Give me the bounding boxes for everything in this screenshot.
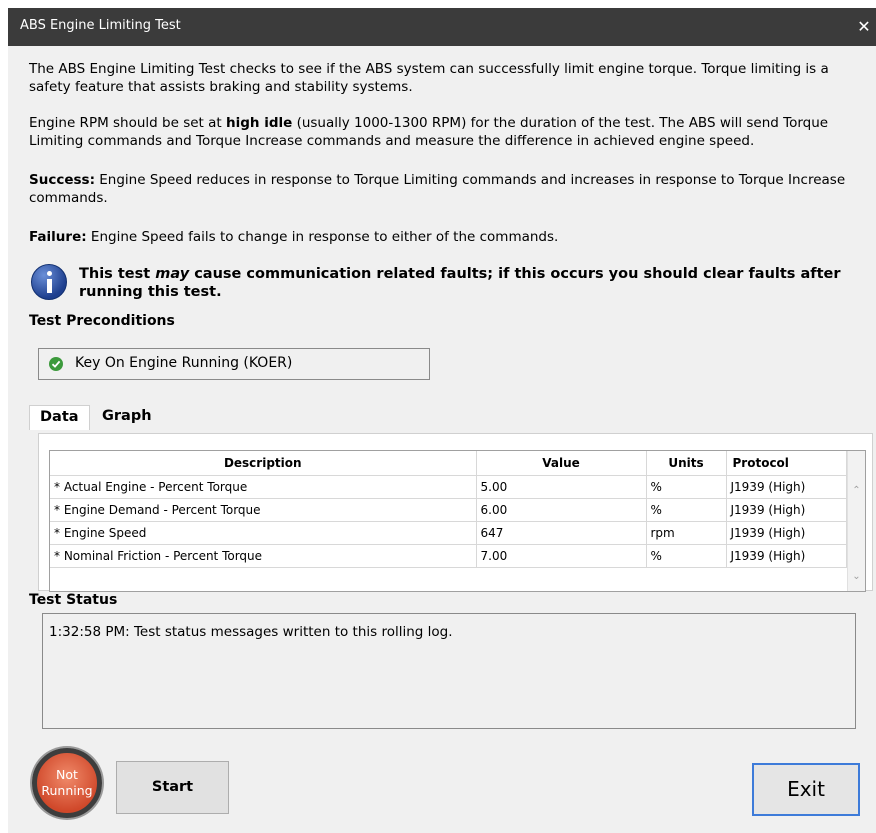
exit-button[interactable]: Exit (752, 763, 860, 816)
failure-text: Engine Speed fails to change in response… (86, 229, 559, 245)
tab-data[interactable]: Data (29, 405, 90, 430)
success-paragraph: Success: Engine Speed reduces in respons… (29, 171, 859, 207)
scroll-up-icon[interactable]: ⌃ (851, 485, 862, 496)
cell-value: 7.00 (476, 544, 647, 568)
cell-description: * Actual Engine - Percent Torque (50, 475, 477, 499)
cell-description: * Engine Demand - Percent Torque (50, 498, 477, 522)
test-dialog: ABS Engine Limiting Test ✕ The ABS Engin… (8, 8, 876, 833)
column-header-protocol[interactable]: Protocol (726, 451, 847, 476)
scroll-down-icon[interactable]: ⌄ (851, 571, 862, 582)
check-icon (49, 357, 63, 371)
success-label: Success: (29, 172, 95, 188)
table-row[interactable]: * Actual Engine - Percent Torque 5.00 % … (50, 475, 847, 499)
table-header-row: Description Value Units Protocol (50, 451, 847, 476)
rpm-text-bold: high idle (225, 115, 293, 131)
cell-description: * Nominal Friction - Percent Torque (50, 544, 477, 568)
precondition-item: Key On Engine Running (KOER) (38, 348, 430, 380)
table-row[interactable]: * Engine Demand - Percent Torque 6.00 % … (50, 498, 847, 522)
rpm-paragraph: Engine RPM should be set at high idle (u… (29, 114, 859, 150)
data-table: Description Value Units Protocol * Actua… (50, 451, 847, 568)
data-grid: Description Value Units Protocol * Actua… (49, 450, 866, 592)
cell-value: 5.00 (476, 475, 647, 499)
cell-value: 647 (476, 521, 647, 545)
table-row[interactable]: * Engine Speed 647 rpm J1939 (High) (50, 521, 847, 545)
preconditions-heading: Test Preconditions (29, 313, 175, 329)
close-icon[interactable]: ✕ (852, 8, 876, 46)
title-bar: ABS Engine Limiting Test ✕ (8, 8, 876, 46)
info-text-emph: may (155, 266, 190, 282)
start-button[interactable]: Start (116, 761, 229, 814)
column-header-value[interactable]: Value (476, 451, 647, 476)
test-status-heading: Test Status (29, 592, 118, 608)
precondition-label: Key On Engine Running (KOER) (75, 355, 293, 371)
data-tab-panel: Description Value Units Protocol * Actua… (38, 433, 873, 592)
info-icon (31, 264, 67, 300)
cell-protocol: J1939 (High) (726, 475, 847, 499)
info-text-post: cause communication related faults; if t… (79, 266, 841, 300)
cell-protocol: J1939 (High) (726, 544, 847, 568)
cell-units: % (646, 544, 727, 568)
table-row[interactable]: * Nominal Friction - Percent Torque 7.00… (50, 544, 847, 568)
column-header-units[interactable]: Units (646, 451, 727, 476)
cell-protocol: J1939 (High) (726, 521, 847, 545)
failure-label: Failure: (29, 229, 87, 245)
success-text: Engine Speed reduces in response to Torq… (29, 172, 846, 206)
status-log[interactable]: 1:32:58 PM: Test status messages written… (42, 613, 856, 729)
run-status-line2: Running (41, 783, 93, 798)
cell-protocol: J1939 (High) (726, 498, 847, 522)
run-status-line1: Not (56, 767, 78, 782)
description-paragraph: The ABS Engine Limiting Test checks to s… (29, 60, 859, 96)
column-header-description[interactable]: Description (50, 451, 477, 476)
tab-graph[interactable]: Graph (92, 405, 162, 429)
description-text: The ABS Engine Limiting Test checks to s… (29, 61, 829, 95)
rpm-text-pre: Engine RPM should be set at (29, 115, 226, 131)
cell-units: % (646, 498, 727, 522)
info-text-pre: This test (79, 266, 156, 282)
table-scrollbar[interactable]: ⌃ ⌄ (847, 451, 865, 591)
cell-units: % (646, 475, 727, 499)
cell-units: rpm (646, 521, 727, 545)
cell-value: 6.00 (476, 498, 647, 522)
status-log-text: 1:32:58 PM: Test status messages written… (49, 624, 453, 640)
info-notice: This test may cause communication relate… (29, 262, 859, 306)
run-status-indicator: Not Running (32, 748, 102, 818)
window-title: ABS Engine Limiting Test (20, 18, 181, 33)
cell-description: * Engine Speed (50, 521, 477, 545)
failure-paragraph: Failure: Engine Speed fails to change in… (29, 228, 859, 246)
info-text: This test may cause communication relate… (79, 265, 869, 301)
